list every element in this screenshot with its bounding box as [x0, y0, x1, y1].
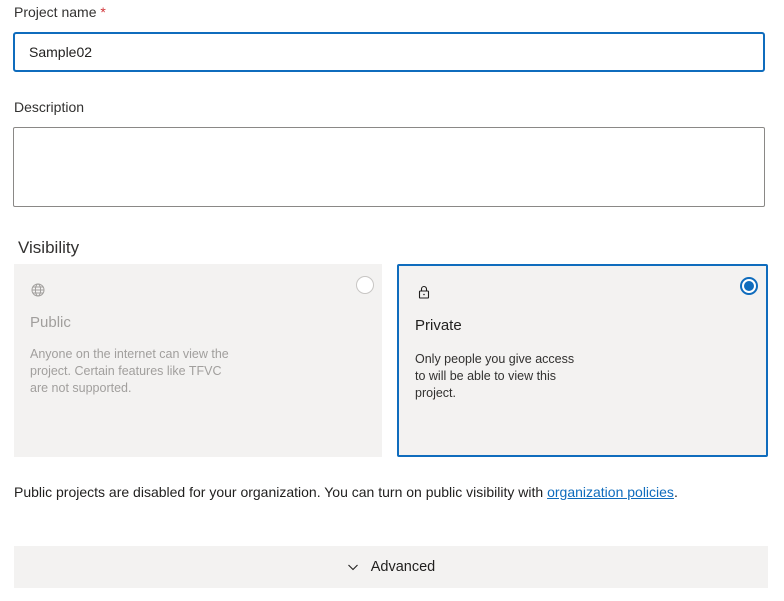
description-label: Description: [14, 99, 85, 115]
lock-icon: [416, 284, 432, 300]
project-name-label: Project name *: [14, 3, 106, 21]
globe-icon: [30, 282, 46, 298]
notice-suffix: .: [673, 484, 678, 500]
advanced-toggle[interactable]: Advanced: [14, 546, 768, 588]
private-option-description: Only people you give access to will be a…: [415, 352, 575, 400]
advanced-label: Advanced: [370, 559, 436, 575]
visibility-heading: Visibility: [18, 238, 80, 257]
create-project-form: Project name * Description Visibility Pu…: [0, 0, 784, 601]
public-option-title: Public: [30, 314, 71, 331]
chevron-down-icon: [347, 560, 359, 572]
private-option-title: Private: [415, 317, 462, 334]
private-radio[interactable]: [740, 277, 758, 295]
notice-text: Public projects are disabled for your or…: [14, 484, 548, 500]
radio-selected-dot: [744, 281, 754, 291]
project-name-label-text: Project name: [14, 4, 97, 20]
public-projects-notice: Public projects are disabled for your or…: [14, 481, 754, 503]
required-marker: *: [100, 4, 106, 20]
organization-policies-link[interactable]: organization policies: [547, 484, 674, 500]
project-name-input[interactable]: [13, 32, 765, 72]
description-input[interactable]: [13, 127, 765, 207]
visibility-option-public[interactable]: Public Anyone on the internet can view t…: [14, 264, 382, 457]
public-option-description: Anyone on the internet can view the proj…: [30, 347, 229, 395]
visibility-option-private[interactable]: Private Only people you give access to w…: [397, 264, 768, 457]
public-radio[interactable]: [356, 276, 374, 294]
